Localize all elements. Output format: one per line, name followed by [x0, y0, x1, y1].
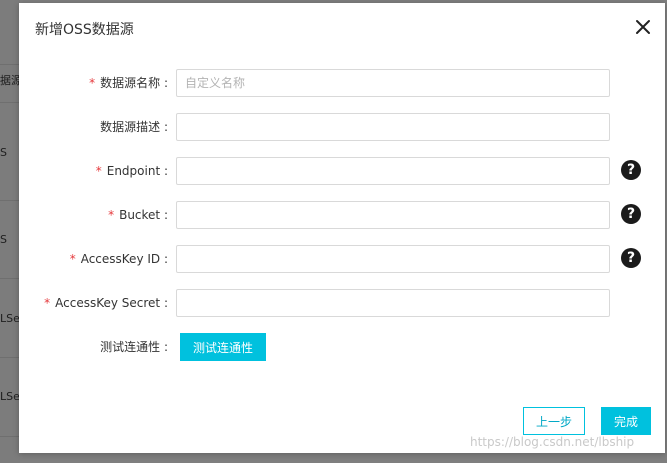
close-icon	[636, 20, 650, 34]
field-row-description: 数据源描述 :	[19, 113, 665, 141]
required-mark: *	[95, 164, 102, 178]
add-oss-datasource-dialog: 新增OSS数据源 *数据源名称 : 数据源描述 : *Endpoint : ? …	[19, 3, 665, 453]
background-divider	[0, 436, 20, 437]
accesskey-secret-input[interactable]	[176, 289, 610, 317]
field-row-accesskey-secret: * AccessKey Secret :	[19, 289, 665, 317]
field-label-text: 数据源描述 :	[100, 120, 168, 134]
background-divider	[0, 357, 20, 358]
field-row-bucket: * Bucket : ?	[19, 201, 665, 229]
field-label-text: Endpoint :	[106, 164, 168, 178]
required-mark: *	[89, 76, 96, 90]
bucket-input[interactable]	[176, 201, 610, 229]
endpoint-help-icon[interactable]: ?	[621, 160, 641, 180]
bucket-help-icon[interactable]: ?	[621, 204, 641, 224]
background-divider	[0, 278, 20, 279]
finish-button[interactable]: 完成	[601, 407, 651, 435]
accesskey-id-help-icon[interactable]: ?	[621, 248, 641, 268]
field-label-text: 测试连通性 :	[100, 340, 168, 354]
background-page-strip: 据源 S S LSe LSe	[0, 0, 20, 463]
field-row-connectivity: 测试连通性 : 测试连通性	[19, 333, 665, 361]
field-row-endpoint: * Endpoint : ?	[19, 157, 665, 185]
datasource-description-input[interactable]	[176, 113, 610, 141]
background-divider	[0, 102, 20, 103]
background-divider	[0, 200, 20, 201]
field-label: * AccessKey ID :	[19, 245, 168, 273]
close-button[interactable]	[633, 17, 653, 37]
background-text: LSe	[0, 312, 20, 325]
field-label-text: AccessKey ID :	[80, 252, 168, 266]
field-row-accesskey-id: * AccessKey ID : ?	[19, 245, 665, 273]
background-text: S	[0, 146, 7, 159]
background-text: S	[0, 233, 7, 246]
field-label: * AccessKey Secret :	[19, 289, 168, 317]
field-label: * Endpoint :	[19, 157, 168, 185]
field-row-name: * 数据源名称 :	[19, 69, 665, 97]
field-label: 测试连通性 :	[19, 333, 168, 361]
field-label-text: AccessKey Secret :	[55, 296, 168, 310]
accesskey-id-input[interactable]	[176, 245, 610, 273]
previous-step-button[interactable]: 上一步	[523, 407, 585, 435]
background-text: 据源	[0, 74, 20, 87]
required-mark: *	[69, 252, 76, 266]
datasource-name-input[interactable]	[176, 69, 610, 97]
field-label-text: 数据源名称 :	[100, 76, 168, 90]
test-connectivity-button[interactable]: 测试连通性	[180, 333, 266, 361]
background-divider	[0, 64, 20, 65]
required-mark: *	[108, 208, 115, 222]
endpoint-input[interactable]	[176, 157, 610, 185]
field-label: 数据源描述 :	[19, 113, 168, 141]
background-text: LSe	[0, 390, 20, 403]
field-label: * 数据源名称 :	[19, 69, 168, 97]
dialog-title: 新增OSS数据源	[35, 22, 134, 38]
required-mark: *	[44, 296, 51, 310]
watermark-text: https://blog.csdn.net/lbship	[470, 435, 635, 449]
field-label-text: Bucket :	[119, 208, 168, 222]
field-label: * Bucket :	[19, 201, 168, 229]
